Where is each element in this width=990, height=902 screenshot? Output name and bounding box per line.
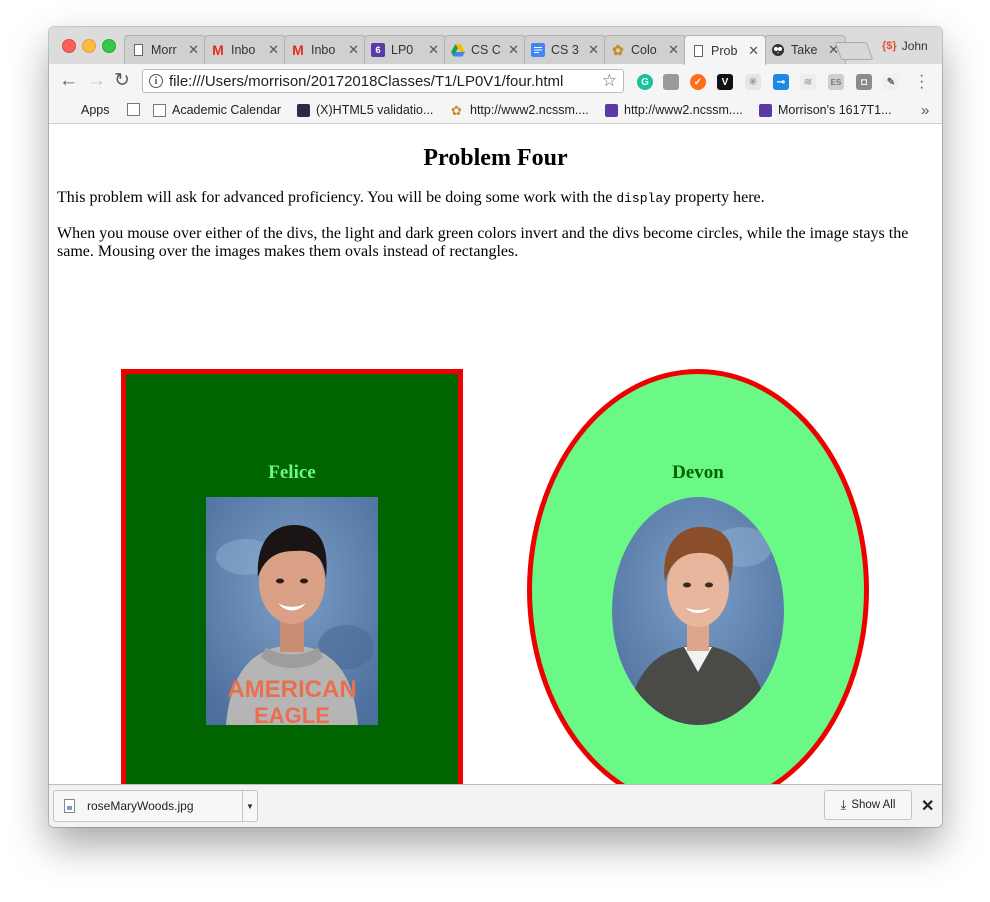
faded-extension-icon[interactable]: ✳: [745, 74, 761, 90]
bookmark-ncssm-2[interactable]: http://www2.ncssm....: [605, 103, 743, 117]
minimize-window-button[interactable]: [82, 39, 96, 53]
forward-arrow-icon[interactable]: →: [87, 71, 106, 90]
tab-strip: Morr ✕ M Inbo ✕ M Inbo ✕ ϐ LP0 ✕ CS C ✕ CS 3 ✕: [49, 27, 942, 65]
paint-extension-icon[interactable]: ✎: [883, 74, 899, 90]
tab-inbox-1[interactable]: M Inbo ✕: [204, 35, 286, 64]
address-text: file:///Users/morrison/20172018Classes/T…: [169, 72, 564, 90]
info-icon[interactable]: i: [149, 74, 163, 88]
page-title: Problem Four: [423, 145, 568, 171]
google-docs-icon: [531, 43, 545, 57]
bookmark-star-icon[interactable]: ☆: [602, 71, 617, 91]
page-icon: [131, 43, 145, 57]
orange-extension-icon[interactable]: ✓: [690, 74, 706, 90]
es-extension-icon[interactable]: ES: [828, 74, 844, 90]
back-arrow-icon[interactable]: ←: [59, 71, 78, 90]
browser-window: Morr ✕ M Inbo ✕ M Inbo ✕ ϐ LP0 ✕ CS C ✕ CS 3 ✕: [49, 27, 942, 827]
display-code: display: [616, 191, 671, 206]
owl-icon: [771, 43, 785, 57]
gray-square-extension-icon[interactable]: ◘: [856, 74, 872, 90]
bookmark-blank[interactable]: [127, 103, 146, 116]
bookmark-html5-validation[interactable]: (X)HTML5 validatio...: [297, 103, 433, 117]
download-icon: ⤓: [840, 797, 847, 812]
address-bar[interactable]: i file:///Users/morrison/20172018Classes…: [142, 69, 624, 93]
google-drive-icon: [451, 43, 465, 57]
tab-problem-active[interactable]: Prob ✕: [684, 35, 766, 65]
felice-name: Felice: [268, 462, 316, 483]
page-icon: [127, 103, 140, 116]
bookmarks-bar: Apps Academic Calendar (X)HTML5 validati…: [49, 99, 942, 124]
download-shelf: roseMaryWoods.jpg ▼ ⤓ Show All ✕: [49, 784, 942, 827]
tab-cs-docs[interactable]: CS 3 ✕: [524, 35, 606, 64]
svg-text:EAGLE: EAGLE: [254, 703, 330, 725]
chevron-down-icon[interactable]: ▼: [242, 791, 257, 821]
intro-paragraph: This problem will ask for advanced profi…: [57, 189, 765, 206]
page-icon: [691, 44, 705, 58]
tab-lp0[interactable]: ϐ LP0 ✕: [364, 35, 446, 64]
menu-dots-icon[interactable]: · · ·: [919, 68, 924, 96]
color-wheel-icon: ✿: [451, 102, 462, 118]
validator-icon: [297, 103, 310, 117]
v-extension-icon[interactable]: V: [717, 74, 733, 90]
bookmark-morrison[interactable]: Morrison's 1617T1...: [759, 103, 892, 117]
page-content: Problem Four This problem will ask for a…: [49, 124, 942, 784]
show-all-button[interactable]: ⤓ Show All: [824, 790, 912, 820]
profile-icon: {$}: [882, 40, 897, 52]
felice-photo[interactable]: AMERICAN EAGLE: [206, 497, 378, 725]
more-bookmarks-icon[interactable]: »: [921, 102, 929, 119]
tab-inbox-2[interactable]: M Inbo ✕: [284, 35, 366, 64]
new-tab-button[interactable]: [834, 42, 874, 60]
lp-favicon-icon: ϐ: [371, 43, 385, 57]
devon-photo[interactable]: [612, 497, 784, 725]
tab-cs-drive[interactable]: CS C ✕: [444, 35, 526, 64]
devon-name: Devon: [672, 462, 724, 483]
close-window-button[interactable]: [62, 39, 76, 53]
profile-button[interactable]: {$} John: [882, 39, 928, 53]
grammarly-icon[interactable]: G: [637, 74, 653, 90]
bookmark-apps[interactable]: Apps: [62, 103, 110, 117]
felice-card[interactable]: Felice AMERICAN EAGLE: [121, 369, 463, 784]
wave-extension-icon[interactable]: ≋: [800, 74, 816, 90]
instructions-paragraph: When you mouse over either of the divs, …: [57, 225, 909, 260]
close-tab-icon[interactable]: ✕: [748, 43, 759, 59]
tab-take[interactable]: Take ✕: [764, 35, 846, 64]
devon-card[interactable]: Devon: [527, 369, 869, 784]
lp-favicon-icon: [605, 103, 618, 117]
gmail-icon: M: [212, 42, 224, 58]
reload-icon[interactable]: ↻: [114, 71, 130, 90]
key-extension-icon[interactable]: ⊸: [773, 74, 789, 90]
apps-grid-icon: [62, 104, 75, 117]
close-tab-icon[interactable]: ✕: [348, 42, 359, 58]
lp-favicon-icon: [759, 103, 772, 117]
tab-colo[interactable]: ✿ Colo ✕: [604, 35, 686, 64]
maximize-window-button[interactable]: [102, 39, 116, 53]
image-file-icon: [64, 799, 75, 813]
close-tab-icon[interactable]: ✕: [188, 42, 199, 58]
close-tab-icon[interactable]: ✕: [668, 42, 679, 58]
toolbar: ← → ↻ i file:///Users/morrison/20172018C…: [49, 64, 942, 99]
gmail-icon: M: [292, 42, 304, 58]
close-tab-icon[interactable]: ✕: [508, 42, 519, 58]
svg-text:AMERICAN: AMERICAN: [227, 676, 356, 703]
extension-gray-icon[interactable]: [663, 74, 679, 90]
download-file-name: roseMaryWoods.jpg: [87, 799, 194, 813]
close-tab-icon[interactable]: ✕: [588, 42, 599, 58]
close-tab-icon[interactable]: ✕: [268, 42, 279, 58]
close-icon[interactable]: ✕: [921, 796, 934, 816]
page-icon: [153, 103, 166, 117]
bookmark-academic-calendar[interactable]: Academic Calendar: [153, 103, 281, 117]
download-item[interactable]: roseMaryWoods.jpg ▼: [53, 790, 258, 822]
tab-morr[interactable]: Morr ✕: [124, 35, 206, 64]
bookmark-ncssm-1[interactable]: ✿ http://www2.ncssm....: [451, 103, 589, 117]
color-wheel-icon: ✿: [612, 41, 624, 58]
close-tab-icon[interactable]: ✕: [428, 42, 439, 58]
